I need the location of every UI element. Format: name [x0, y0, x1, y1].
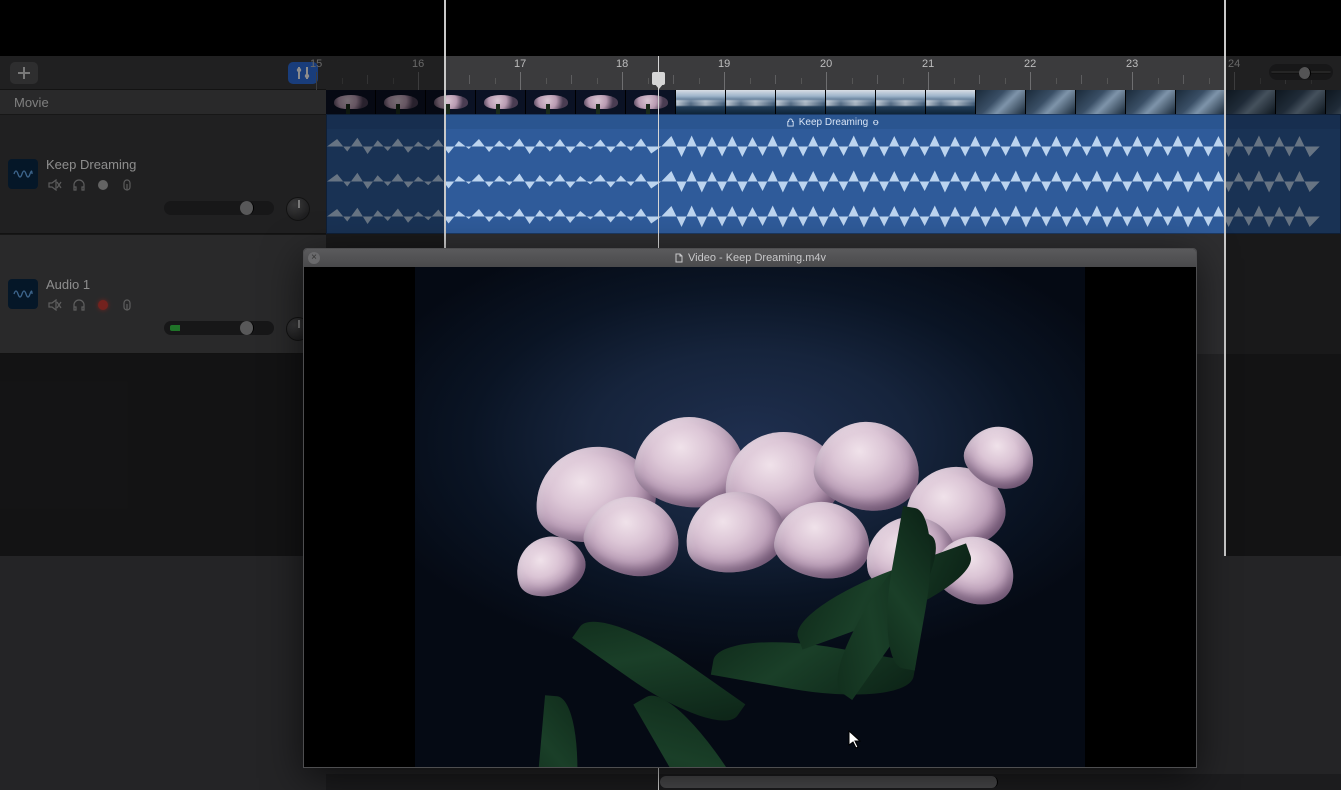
movie-thumbnail[interactable]	[976, 90, 1026, 114]
video-window-title: Video - Keep Dreaming.m4v	[688, 252, 826, 264]
volume-slider[interactable]	[164, 201, 274, 215]
audio-clip[interactable]: Keep Dreaming	[326, 114, 1341, 234]
close-button[interactable]	[308, 252, 320, 264]
track-name: Audio 1	[46, 277, 326, 292]
mute-icon	[48, 179, 62, 191]
headphones-icon	[72, 179, 86, 191]
track-controls	[46, 178, 326, 192]
movie-thumbnail[interactable]	[626, 90, 676, 114]
movie-thumbnail[interactable]	[426, 90, 476, 114]
movie-thumbnail[interactable]	[776, 90, 826, 114]
tracks-header-left	[0, 56, 326, 90]
track-headers-panel: Keep Dreaming Audio 1	[0, 114, 326, 354]
movie-thumbnail-strip[interactable]	[326, 90, 1341, 114]
timeline-ruler[interactable]: 15161718192021222324	[326, 56, 1341, 90]
track-name: Keep Dreaming	[46, 157, 326, 172]
movie-thumbnail[interactable]	[826, 90, 876, 114]
mute-button[interactable]	[46, 298, 64, 312]
record-enable-button[interactable]	[94, 298, 112, 312]
lock-icon	[786, 118, 795, 127]
clip-name: Keep Dreaming	[799, 117, 868, 128]
playhead-handle[interactable]	[652, 72, 665, 85]
clip-header: Keep Dreaming	[327, 115, 1340, 129]
video-window-titlebar[interactable]: Video - Keep Dreaming.m4v	[304, 249, 1196, 267]
movie-thumbnail[interactable]	[1026, 90, 1076, 114]
movie-thumbnail[interactable]	[1276, 90, 1326, 114]
track-controls	[46, 298, 326, 312]
add-track-button[interactable]	[10, 62, 38, 84]
movie-thumbnail[interactable]	[1176, 90, 1226, 114]
movie-thumbnail[interactable]	[526, 90, 576, 114]
scrollbar-thumb[interactable]	[660, 776, 998, 788]
movie-thumbnail[interactable]	[676, 90, 726, 114]
movie-thumbnail[interactable]	[1076, 90, 1126, 114]
waveform	[327, 164, 1340, 199]
input-monitor-button[interactable]	[118, 178, 136, 192]
solo-button[interactable]	[70, 178, 88, 192]
waveform	[327, 199, 1340, 234]
movie-thumbnail[interactable]	[926, 90, 976, 114]
movie-thumbnail[interactable]	[376, 90, 426, 114]
horizontal-zoom-slider[interactable]	[1269, 64, 1333, 80]
record-dot-icon	[98, 180, 108, 190]
input-monitor-icon	[120, 179, 134, 191]
volume-slider[interactable]	[164, 321, 274, 335]
movie-thumbnail[interactable]	[326, 90, 376, 114]
volume-thumb[interactable]	[240, 321, 254, 335]
pan-knob[interactable]	[286, 197, 310, 221]
track-header[interactable]: Audio 1	[0, 234, 326, 354]
movie-thumbnail[interactable]	[726, 90, 776, 114]
movie-thumbnail[interactable]	[1226, 90, 1276, 114]
level-meter	[170, 325, 184, 331]
cycle-marker-right[interactable]	[1224, 0, 1226, 556]
movie-thumbnail[interactable]	[476, 90, 526, 114]
input-monitor-button[interactable]	[118, 298, 136, 312]
movie-label: Movie	[14, 95, 49, 110]
movie-thumbnail[interactable]	[1326, 90, 1341, 114]
headphones-icon	[72, 299, 86, 311]
movie-thumbnail[interactable]	[876, 90, 926, 114]
solo-button[interactable]	[70, 298, 88, 312]
record-enable-button[interactable]	[94, 178, 112, 192]
video-preview-window[interactable]: Video - Keep Dreaming.m4v	[303, 248, 1197, 768]
plus-icon	[18, 67, 30, 79]
document-icon	[674, 253, 684, 263]
video-content	[415, 267, 1085, 767]
app-root: 15161718192021222324 Movie Keep Dreaming	[0, 0, 1341, 790]
filter-sliders-icon	[295, 66, 311, 80]
input-monitor-icon	[120, 299, 134, 311]
zoom-thumb[interactable]	[1299, 67, 1311, 79]
top-black-bar	[0, 0, 1341, 56]
track-lane[interactable]: Keep Dreaming	[326, 114, 1341, 234]
mute-icon	[48, 299, 62, 311]
track-header[interactable]: Keep Dreaming	[0, 114, 326, 234]
record-dot-icon	[98, 300, 108, 310]
movie-thumbnail[interactable]	[576, 90, 626, 114]
waveform	[327, 129, 1340, 164]
track-type-icon	[8, 159, 38, 189]
mouse-cursor-icon	[848, 730, 864, 750]
volume-thumb[interactable]	[240, 201, 254, 215]
track-type-icon	[8, 279, 38, 309]
horizontal-scrollbar[interactable]	[326, 774, 1341, 790]
video-frame	[304, 267, 1196, 767]
movie-thumbnail[interactable]	[1126, 90, 1176, 114]
loop-icon	[872, 118, 881, 127]
mute-button[interactable]	[46, 178, 64, 192]
